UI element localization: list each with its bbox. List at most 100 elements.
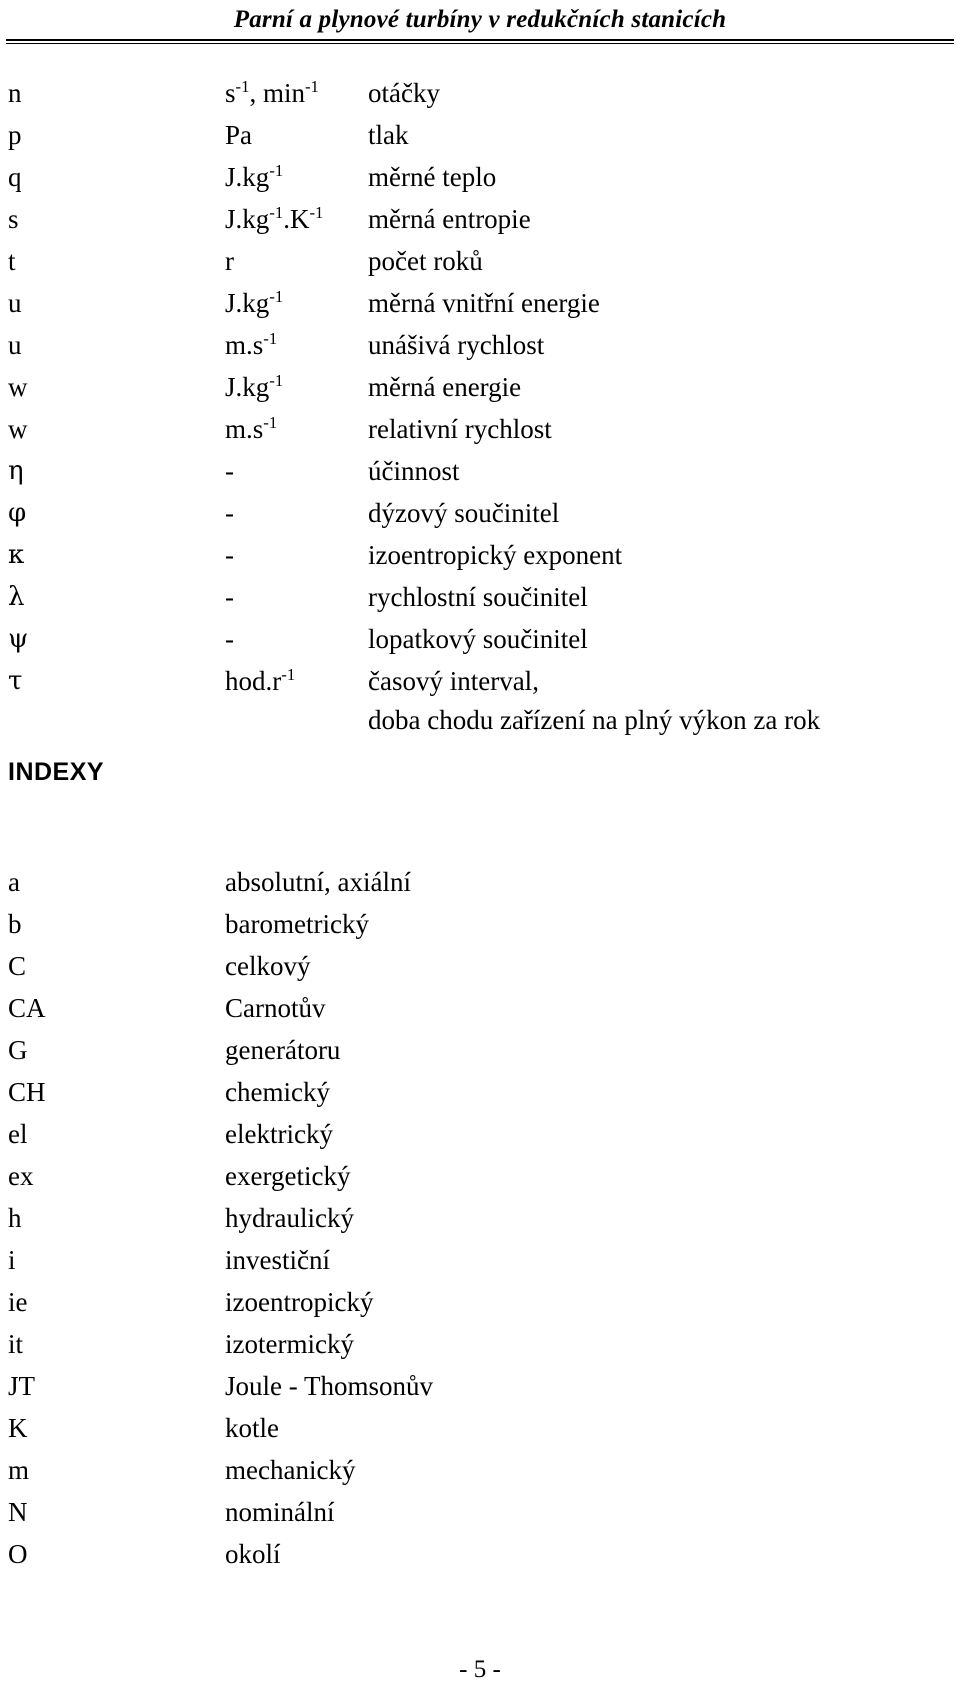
index-row: h hydraulický <box>0 1197 960 1239</box>
symbol-description: časový interval, doba chodu zařízení na p… <box>368 660 960 738</box>
index-symbol: ex <box>8 1161 34 1191</box>
symbol-unit: J.kg-1 <box>225 371 284 402</box>
symbol-unit: s-1, min-1 <box>225 77 319 108</box>
symbol-row: u m.s-1 unášivá rychlost <box>0 324 960 366</box>
symbol-description: relativní rychlost <box>368 408 960 450</box>
symbol-name: s <box>8 204 19 234</box>
index-description: Joule - Thomsonův <box>225 1371 433 1401</box>
symbol-unit: - <box>225 498 234 528</box>
index-symbol: a <box>8 867 20 897</box>
index-symbol: el <box>8 1119 28 1149</box>
symbol-row: w J.kg-1 měrná energie <box>0 366 960 408</box>
symbol-unit: J.kg-1.K-1 <box>225 203 324 234</box>
symbol-unit: - <box>225 624 234 654</box>
symbol-row: φ - dýzový součinitel <box>0 492 960 534</box>
symbol-description-line: rychlostní součinitel <box>368 582 588 612</box>
symbol-unit: - <box>225 582 234 612</box>
index-symbol: i <box>8 1245 16 1275</box>
symbol-description-line: účinnost <box>368 456 460 486</box>
symbol-description-line: měrná vnitřní energie <box>368 288 600 318</box>
header-double-rule <box>6 39 954 44</box>
symbol-description: unášivá rychlost <box>368 324 960 366</box>
symbol-unit: m.s-1 <box>225 329 278 360</box>
symbol-description-line: měrná energie <box>368 372 522 402</box>
symbol-row: η - účinnost <box>0 450 960 492</box>
symbol-description: tlak <box>368 114 960 156</box>
symbol-description: měrné teplo <box>368 156 960 198</box>
index-row: el elektrický <box>0 1113 960 1155</box>
index-symbol: K <box>8 1413 28 1443</box>
index-row: Nnominální <box>0 1491 960 1533</box>
index-symbol: N <box>8 1497 28 1527</box>
index-symbol: ie <box>8 1287 28 1317</box>
symbol-description-line: lopatkový součinitel <box>368 624 588 654</box>
symbol-name: p <box>8 120 22 150</box>
page-footer: - 5 - <box>0 1655 960 1685</box>
header-title: Parní a plynové turbíny v redukčních sta… <box>233 6 727 33</box>
index-row: m mechanický <box>0 1449 960 1491</box>
symbol-row: t r počet roků <box>0 240 960 282</box>
index-row: Kkotle <box>0 1407 960 1449</box>
symbol-description: měrná vnitřní energie <box>368 282 960 324</box>
index-description: izotermický <box>225 1329 354 1359</box>
symbol-description-line: otáčky <box>368 78 440 108</box>
symbol-row: λ - rychlostní součinitel <box>0 576 960 618</box>
symbol-description-line: časový interval, <box>368 666 539 696</box>
symbol-name: u <box>8 288 22 318</box>
index-description: barometrický <box>225 909 369 939</box>
symbol-description-line: dýzový součinitel <box>368 498 560 528</box>
index-symbol: m <box>8 1455 30 1485</box>
index-symbol: it <box>8 1329 24 1359</box>
index-description: exergetický <box>225 1161 351 1191</box>
symbol-row: p Pa tlak <box>0 114 960 156</box>
symbol-description: lopatkový součinitel <box>368 618 960 660</box>
symbol-name: η <box>8 456 24 486</box>
index-row: CH chemický <box>0 1071 960 1113</box>
index-row: a absolutní, axiální <box>0 861 960 903</box>
symbol-row: u J.kg-1 měrná vnitřní energie <box>0 282 960 324</box>
index-description: nominální <box>225 1497 335 1527</box>
index-symbol: h <box>8 1203 22 1233</box>
index-description: generátoru <box>225 1035 341 1065</box>
index-row: it izotermický <box>0 1323 960 1365</box>
index-description: chemický <box>225 1077 330 1107</box>
index-row: Ccelkový <box>0 945 960 987</box>
index-symbol: G <box>8 1035 28 1065</box>
symbol-description-line: izoentropický exponent <box>368 540 623 570</box>
symbol-description-line: doba chodu zařízení na plný výkon za rok <box>368 705 821 735</box>
symbol-name: τ <box>8 666 23 696</box>
symbol-list: n s-1, min-1 otáčky p Pa tlak q J.kg-1 měrné tep… <box>0 72 960 738</box>
index-description: investiční <box>225 1245 330 1275</box>
symbol-description-line: počet roků <box>368 246 483 276</box>
symbol-description-line: relativní rychlost <box>368 414 552 444</box>
index-list: a absolutní, axiální b barometrický Ccelkový… <box>0 861 960 1575</box>
symbol-unit: - <box>225 540 234 570</box>
index-symbol: b <box>8 909 22 939</box>
running-header: Parní a plynové turbíny v redukčních sta… <box>0 0 960 44</box>
index-symbol: CH <box>8 1077 46 1107</box>
symbol-unit: m.s-1 <box>225 413 278 444</box>
index-row: Ookolí <box>0 1533 960 1575</box>
symbol-description-line: měrné teplo <box>368 162 497 192</box>
index-description: mechanický <box>225 1455 356 1485</box>
symbol-row: s J.kg-1.K-1 měrná entropie <box>0 198 960 240</box>
index-row: ex exergetický <box>0 1155 960 1197</box>
index-row: CA Carnotův <box>0 987 960 1029</box>
symbol-row: κ - izoentropický exponent <box>0 534 960 576</box>
symbol-name: t <box>8 246 16 276</box>
symbol-name: w <box>8 372 28 402</box>
index-description: Carnotův <box>225 993 326 1023</box>
symbol-row: τ hod.r-1 časový interval, doba chodu zaříz… <box>0 660 960 738</box>
symbol-description: počet roků <box>368 240 960 282</box>
page-number: - 5 - <box>459 1656 501 1683</box>
index-row: Ggenerátoru <box>0 1029 960 1071</box>
symbol-description: rychlostní součinitel <box>368 576 960 618</box>
symbol-row: q J.kg-1 měrné teplo <box>0 156 960 198</box>
symbol-name: n <box>8 78 22 108</box>
symbol-description-line: unášivá rychlost <box>368 330 545 360</box>
index-symbol: O <box>8 1539 28 1569</box>
index-description: elektrický <box>225 1119 333 1149</box>
index-row: JT Joule - Thomsonův <box>0 1365 960 1407</box>
symbol-unit: r <box>225 246 234 276</box>
symbol-name: λ <box>8 582 25 612</box>
